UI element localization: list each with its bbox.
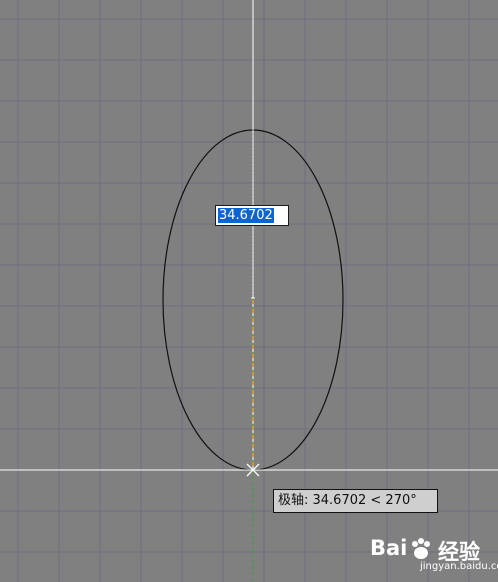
polar-tracking-tooltip: 极轴: 34.6702 < 270° — [273, 489, 438, 513]
dynamic-input-value[interactable]: 34.6702 — [218, 208, 274, 223]
watermark-logo: Bai — [370, 536, 408, 560]
watermark-site: jingyan.baidu.com — [420, 561, 498, 572]
watermark: Bai 经验 jingyan.baidu.com — [370, 536, 498, 576]
dynamic-input-field[interactable]: 34.6702 — [215, 205, 289, 226]
paw-icon — [412, 538, 430, 559]
